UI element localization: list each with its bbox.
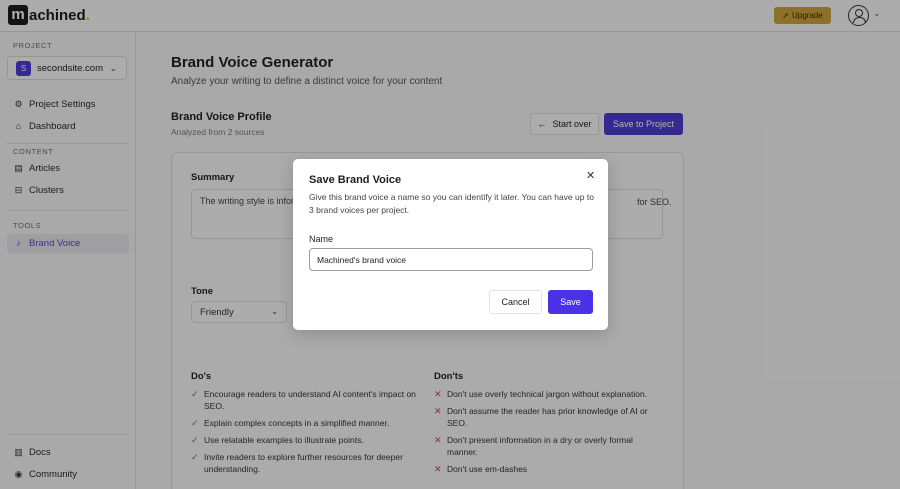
- dialog-title: Save Brand Voice: [309, 174, 402, 186]
- save-button[interactable]: Save: [548, 290, 593, 314]
- name-input[interactable]: [309, 248, 593, 271]
- save-brand-voice-dialog: Save Brand Voice ✕ Give this brand voice…: [293, 159, 608, 330]
- name-label: Name: [309, 234, 334, 244]
- cancel-button[interactable]: Cancel: [489, 290, 542, 314]
- close-icon[interactable]: ✕: [586, 169, 595, 182]
- dialog-description: Give this brand voice a name so you can …: [309, 192, 594, 215]
